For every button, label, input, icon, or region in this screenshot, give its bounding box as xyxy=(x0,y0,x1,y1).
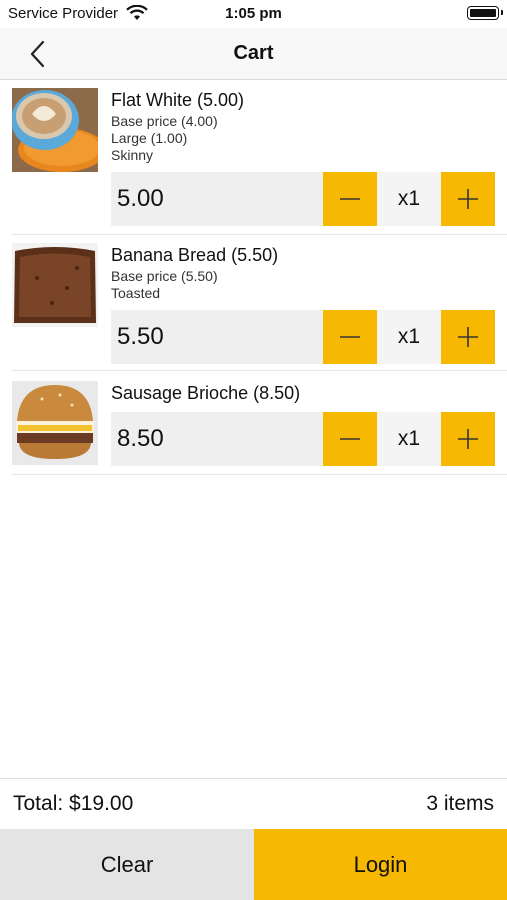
battery-icon xyxy=(467,6,503,20)
decrease-quantity-button[interactable] xyxy=(323,310,377,364)
cart-item-banana-bread: Banana Bread (5.50) Base price (5.50) To… xyxy=(12,235,507,371)
decrease-quantity-button[interactable] xyxy=(323,412,377,466)
item-name: Flat White (5.00) xyxy=(111,90,245,110)
minus-icon xyxy=(340,438,360,440)
item-detail: Skinny xyxy=(111,147,154,163)
item-detail: Large (1.00) xyxy=(111,130,188,146)
cart-total: Total: $19.00 xyxy=(13,792,134,815)
item-detail: Toasted xyxy=(111,285,161,301)
cart-item-sausage-brioche: Sausage Brioche (8.50) 8.50 x1 xyxy=(12,371,507,475)
navigation-bar: Cart xyxy=(0,28,507,80)
item-quantity: x1 xyxy=(377,172,441,226)
banana-bread-image xyxy=(12,243,98,327)
plus-icon xyxy=(458,429,478,449)
plus-icon xyxy=(458,189,478,209)
plus-icon xyxy=(458,327,478,347)
increase-quantity-button[interactable] xyxy=(441,172,495,226)
item-name: Banana Bread (5.50) xyxy=(111,245,279,265)
item-detail: Base price (5.50) xyxy=(111,268,218,284)
increase-quantity-button[interactable] xyxy=(441,412,495,466)
cart-item-flat-white: Flat White (5.00) Base price (4.00) Larg… xyxy=(12,80,507,235)
item-count: 3 items xyxy=(426,792,494,815)
item-quantity: x1 xyxy=(377,310,441,364)
sausage-brioche-image xyxy=(12,381,98,465)
clear-button[interactable]: Clear xyxy=(0,829,254,900)
status-time: 1:05 pm xyxy=(225,5,282,22)
status-bar: Service Provider 1:05 pm xyxy=(0,0,507,28)
flat-white-image xyxy=(12,88,98,172)
item-price: 8.50 xyxy=(111,412,323,466)
item-price: 5.50 xyxy=(111,310,323,364)
page-title: Cart xyxy=(233,42,274,64)
login-button[interactable]: Login xyxy=(254,829,507,900)
minus-icon xyxy=(340,198,360,200)
item-detail: Base price (4.00) xyxy=(111,113,218,129)
item-price: 5.00 xyxy=(111,172,323,226)
item-name: Sausage Brioche (8.50) xyxy=(111,383,301,403)
cart-summary: Total: $19.00 3 items xyxy=(0,778,507,829)
decrease-quantity-button[interactable] xyxy=(323,172,377,226)
increase-quantity-button[interactable] xyxy=(441,310,495,364)
item-quantity: x1 xyxy=(377,412,441,466)
minus-icon xyxy=(340,336,360,338)
